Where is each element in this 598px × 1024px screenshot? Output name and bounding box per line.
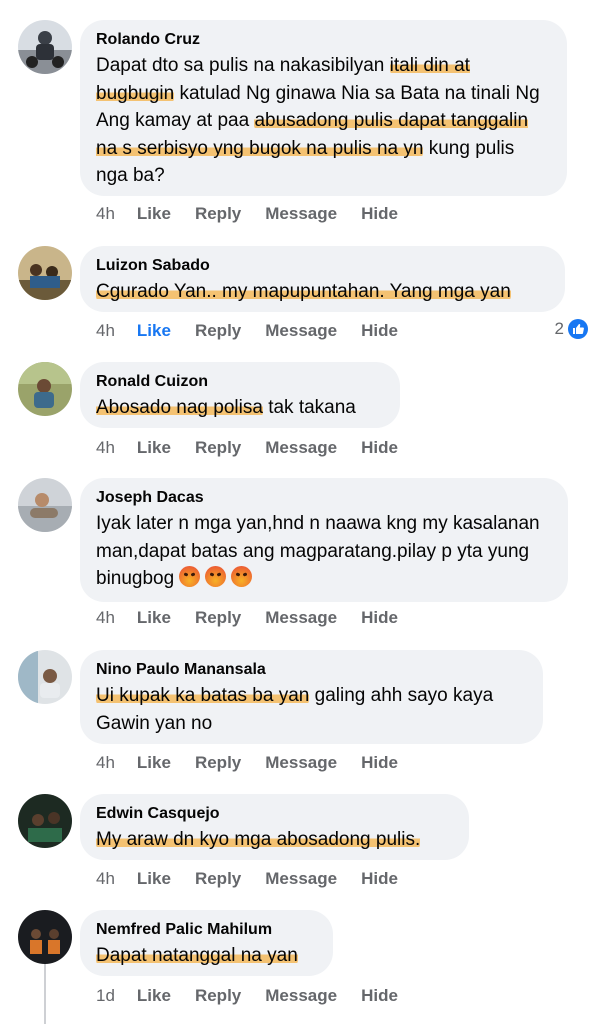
avatar[interactable] bbox=[18, 910, 72, 964]
comment-time[interactable]: 4h bbox=[96, 608, 115, 628]
message-button[interactable]: Message bbox=[265, 869, 337, 889]
reaction-summary[interactable]: 2 bbox=[555, 319, 588, 339]
comment-actions: 1d Like Reply Message Hide bbox=[96, 984, 422, 1008]
reply-button[interactable]: Reply bbox=[195, 753, 241, 773]
comment-bubble: Edwin Casquejo My araw dn kyo mga abosad… bbox=[80, 794, 469, 860]
highlighted-text: Abosado nag polisa bbox=[96, 397, 263, 418]
comment-time[interactable]: 4h bbox=[96, 869, 115, 889]
comment-author[interactable]: Nemfred Palic Mahilum bbox=[96, 920, 317, 940]
reply-button[interactable]: Reply bbox=[195, 869, 241, 889]
comment-text: Abosado nag polisa tak takana bbox=[96, 394, 384, 422]
reply-button[interactable]: Reply bbox=[195, 608, 241, 628]
like-button[interactable]: Like bbox=[137, 608, 171, 628]
like-button[interactable]: Like bbox=[137, 869, 171, 889]
highlighted-text: Ui kupak ka batas ba yan bbox=[96, 685, 310, 706]
comment-actions: 4h Like Reply Message Hide bbox=[96, 202, 422, 226]
angry-face-emoji bbox=[231, 566, 253, 587]
hide-button[interactable]: Hide bbox=[361, 438, 398, 458]
message-button[interactable]: Message bbox=[265, 204, 337, 224]
avatar[interactable] bbox=[18, 650, 72, 704]
like-button[interactable]: Like bbox=[137, 321, 171, 341]
avatar[interactable] bbox=[18, 246, 72, 300]
reply-button[interactable]: Reply bbox=[195, 986, 241, 1006]
reply-button[interactable]: Reply bbox=[195, 438, 241, 458]
like-button[interactable]: Like bbox=[137, 438, 171, 458]
hide-button[interactable]: Hide bbox=[361, 608, 398, 628]
comment-author[interactable]: Nino Paulo Manansala bbox=[96, 660, 527, 680]
comment-bubble: Ronald Cuizon Abosado nag polisa tak tak… bbox=[80, 362, 400, 428]
comment-author[interactable]: Joseph Dacas bbox=[96, 488, 552, 508]
message-button[interactable]: Message bbox=[265, 608, 337, 628]
message-button[interactable]: Message bbox=[265, 321, 337, 341]
comment-text: Iyak later n mga yan,hnd n naawa kng my … bbox=[96, 510, 552, 593]
comment-text-segment: tak takana bbox=[262, 397, 356, 418]
comment-author[interactable]: Luizon Sabado bbox=[96, 256, 549, 276]
comment-actions: 4h Like Reply Message Hide bbox=[96, 436, 422, 460]
hide-button[interactable]: Hide bbox=[361, 321, 398, 341]
comment-bubble: Luizon Sabado Cgurado Yan.. my mapupunta… bbox=[80, 246, 565, 312]
hide-button[interactable]: Hide bbox=[361, 986, 398, 1006]
reaction-count: 2 bbox=[554, 319, 564, 338]
message-button[interactable]: Message bbox=[265, 753, 337, 773]
reply-thread-line bbox=[44, 960, 46, 1024]
hide-button[interactable]: Hide bbox=[361, 753, 398, 773]
comment-actions: 4h Like Reply Message Hide bbox=[96, 606, 422, 630]
reply-button[interactable]: Reply bbox=[195, 204, 241, 224]
comment-bubble: Nemfred Palic Mahilum Dapat natanggal na… bbox=[80, 910, 333, 976]
reply-button[interactable]: Reply bbox=[195, 321, 241, 341]
hide-button[interactable]: Hide bbox=[361, 869, 398, 889]
comment-author[interactable]: Ronald Cuizon bbox=[96, 372, 384, 392]
comment-actions: 4h Like Reply Message Hide bbox=[96, 319, 422, 343]
like-button[interactable]: Like bbox=[137, 753, 171, 773]
comment-time[interactable]: 4h bbox=[96, 438, 115, 458]
comment-bubble: Joseph Dacas Iyak later n mga yan,hnd n … bbox=[80, 478, 568, 602]
avatar[interactable] bbox=[18, 794, 72, 848]
highlighted-text: Dapat natanggal na yan bbox=[96, 945, 298, 966]
highlighted-text: My araw dn kyo mga abosadong pulis. bbox=[96, 829, 421, 850]
comment-time[interactable]: 4h bbox=[96, 321, 115, 341]
highlighted-text: Cgurado Yan.. my mapupuntahan. Yang mga … bbox=[96, 281, 511, 302]
comment-text: Dapat dto sa pulis na nakasibilyan itali… bbox=[96, 52, 551, 190]
angry-face-emoji bbox=[205, 566, 227, 587]
angry-face-emoji bbox=[179, 566, 201, 587]
comment-time[interactable]: 4h bbox=[96, 204, 115, 224]
avatar[interactable] bbox=[18, 20, 72, 74]
message-button[interactable]: Message bbox=[265, 986, 337, 1006]
comment-actions: 4h Like Reply Message Hide bbox=[96, 867, 422, 891]
comment-text: My araw dn kyo mga abosadong pulis. bbox=[96, 826, 453, 854]
like-button[interactable]: Like bbox=[137, 204, 171, 224]
comment-time[interactable]: 1d bbox=[96, 986, 115, 1006]
comment-text: Cgurado Yan.. my mapupuntahan. Yang mga … bbox=[96, 278, 549, 306]
avatar[interactable] bbox=[18, 362, 72, 416]
avatar[interactable] bbox=[18, 478, 72, 532]
comment-text: Dapat natanggal na yan bbox=[96, 942, 317, 970]
comment-author[interactable]: Rolando Cruz bbox=[96, 30, 551, 50]
comment-actions: 4h Like Reply Message Hide bbox=[96, 751, 422, 775]
comment-time[interactable]: 4h bbox=[96, 753, 115, 773]
message-button[interactable]: Message bbox=[265, 438, 337, 458]
comment-bubble: Nino Paulo Manansala Ui kupak ka batas b… bbox=[80, 650, 543, 744]
comment-text-segment: Dapat dto sa pulis na nakasibilyan bbox=[96, 55, 390, 76]
comment-bubble: Rolando Cruz Dapat dto sa pulis na nakas… bbox=[80, 20, 567, 196]
comment-text-segment: Iyak later n mga yan,hnd n naawa kng my … bbox=[96, 513, 540, 589]
comment-author[interactable]: Edwin Casquejo bbox=[96, 804, 453, 824]
like-button[interactable]: Like bbox=[137, 986, 171, 1006]
comment-text: Ui kupak ka batas ba yan galing ahh sayo… bbox=[96, 682, 527, 737]
like-thumb-icon bbox=[568, 319, 588, 339]
hide-button[interactable]: Hide bbox=[361, 204, 398, 224]
